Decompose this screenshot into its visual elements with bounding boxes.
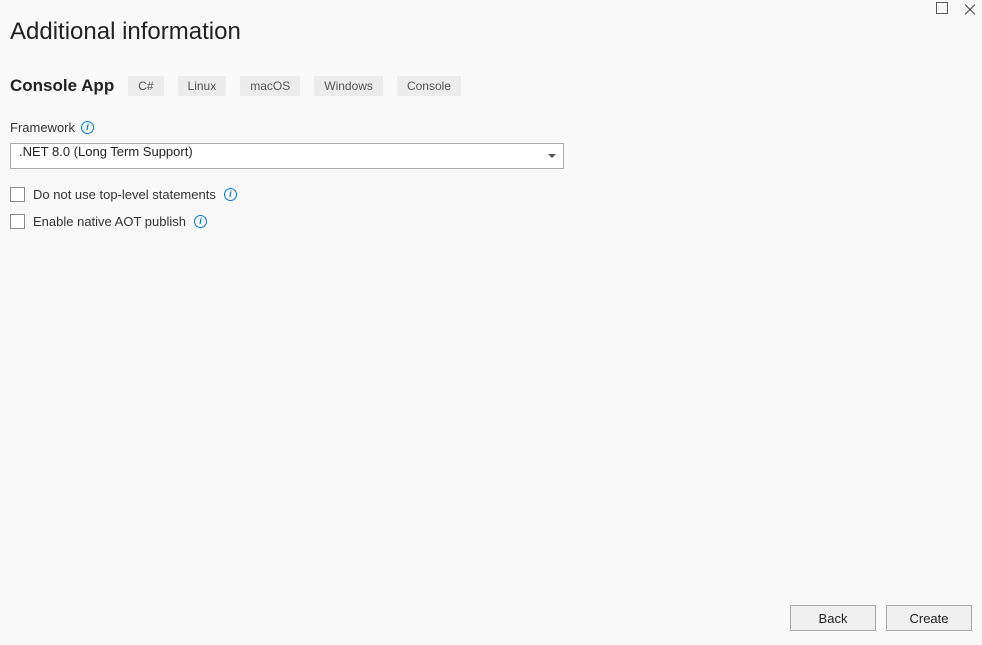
checkbox-native-aot-label: Enable native AOT publish (33, 214, 186, 229)
subtitle-row: Console App C# Linux macOS Windows Conso… (10, 76, 972, 96)
checkbox-no-top-level-label: Do not use top-level statements (33, 187, 216, 202)
tag-csharp: C# (128, 76, 163, 96)
page-title: Additional information (10, 18, 972, 46)
framework-label-row: Framework (10, 120, 972, 135)
info-icon[interactable] (81, 121, 94, 134)
close-icon[interactable] (966, 2, 978, 14)
checkbox-no-top-level[interactable] (10, 187, 25, 202)
checkbox-row-native-aot: Enable native AOT publish (10, 214, 972, 229)
framework-selected-value: .NET 8.0 (Long Term Support) (19, 144, 193, 159)
checkbox-native-aot[interactable] (10, 214, 25, 229)
info-icon[interactable] (224, 188, 237, 201)
info-icon[interactable] (194, 215, 207, 228)
checkbox-row-top-level: Do not use top-level statements (10, 187, 972, 202)
footer: Back Create (790, 605, 972, 631)
tag-windows: Windows (314, 76, 383, 96)
tag-macos: macOS (240, 76, 300, 96)
create-button[interactable]: Create (886, 605, 972, 631)
framework-select[interactable]: .NET 8.0 (Long Term Support) (10, 143, 564, 169)
framework-label: Framework (10, 120, 75, 135)
restore-icon[interactable] (936, 2, 948, 14)
framework-select-wrapper: .NET 8.0 (Long Term Support) (10, 143, 564, 169)
tag-linux: Linux (178, 76, 227, 96)
main-content: Additional information Console App C# Li… (0, 0, 982, 645)
tag-console: Console (397, 76, 461, 96)
back-button[interactable]: Back (790, 605, 876, 631)
project-type-label: Console App (10, 76, 114, 96)
